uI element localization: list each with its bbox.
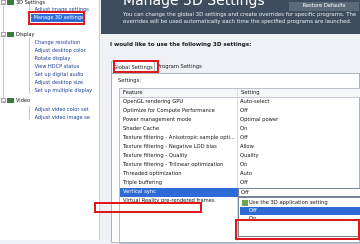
column-header-setting[interactable]: Setting [238, 89, 360, 98]
feature-cell: Texture filtering - Negative LOD bias [123, 144, 217, 150]
tree-item-adjust-desktop-color[interactable]: Adjust desktop color [32, 47, 86, 55]
table-row[interactable]: OpenGL rendering GPU Auto-select [120, 98, 360, 107]
feature-cell: Triple buffering [123, 180, 163, 186]
tree-item-change-resolution[interactable]: Change resolution [32, 39, 81, 47]
restore-defaults-button[interactable]: Restore Defaults [289, 2, 359, 11]
folder-icon [7, 32, 14, 37]
setting-cell: Optimal power [240, 117, 279, 123]
page-description-line: overrides will be used automatically eac… [123, 19, 352, 25]
highlight-box [28, 11, 85, 25]
table-row[interactable]: Threaded optimization Auto [120, 170, 360, 179]
feature-cell: Shader Cache [123, 126, 160, 132]
table-row-vertical-sync[interactable]: Vertical sync Off [120, 188, 360, 197]
tree-category-label: Video [16, 98, 31, 104]
feature-cell: Vertical sync [123, 189, 156, 195]
table-row[interactable]: Optimize for Compute Performance Off [120, 107, 360, 116]
tree-item-set-up-digital-audio[interactable]: Set up digital audio [32, 71, 84, 79]
collapse-icon[interactable]: − [1, 0, 6, 6]
settings-label: Settings: [118, 78, 142, 84]
table-row[interactable]: Texture filtering - Anisotropic sample o… [120, 134, 360, 143]
setting-cell: Quality [240, 153, 259, 159]
navigation-tree: −3D Settings Adjust image settings Manag… [0, 0, 100, 240]
setting-cell: Auto [240, 171, 253, 177]
table-row[interactable]: Power management mode Optimal power [120, 116, 360, 125]
setting-cell: Allow [240, 144, 254, 150]
dropdown-option[interactable]: Use the 3D application setting [240, 199, 360, 207]
tree-category-video[interactable]: − Video [1, 97, 30, 105]
table-row[interactable]: Triple buffering Off [120, 179, 360, 188]
highlight-box [235, 219, 360, 240]
feature-cell: Texture filtering - Trilinear optimizati… [123, 162, 224, 168]
tree-item-set-up-multiple-display[interactable]: Set up multiple display [32, 87, 93, 95]
feature-cell: OpenGL rendering GPU [123, 99, 184, 105]
dropdown-value: Off [241, 190, 249, 196]
tab-program-settings[interactable]: Program Settings [157, 61, 202, 73]
table-row[interactable]: Shader Cache On [120, 125, 360, 134]
tree-item-adjust-desktop-size[interactable]: Adjust desktop size [32, 79, 83, 87]
setting-cell: Off [240, 135, 248, 141]
dropdown-option-label: Use the 3D application setting [249, 200, 328, 206]
table-row[interactable]: Texture filtering - Negative LOD bias All… [120, 143, 360, 152]
folder-icon [7, 0, 14, 5]
setting-cell: Off [240, 108, 248, 114]
setting-cell: On [240, 126, 248, 132]
feature-cell: Texture filtering - Quality [123, 153, 188, 159]
tree-item-adjust-video-image[interactable]: Adjust video image se [32, 114, 90, 122]
tree-guide-line [3, 2, 4, 100]
feature-cell: Threaded optimization [123, 171, 182, 177]
feature-cell: Texture filtering - Anisotropic sample o… [123, 135, 235, 141]
table-row[interactable]: Texture filtering - Quality Quality [120, 152, 360, 161]
feature-cell: Power management mode [123, 117, 192, 123]
setting-cell: Off [240, 180, 248, 186]
tree-category-display[interactable]: − Display [1, 31, 34, 39]
tree-item-view-hdcp-status[interactable]: View HDCP status [32, 63, 80, 71]
tree-guide-line [29, 106, 30, 120]
page-header: Manage 3D Settings You can change the gl… [101, 0, 360, 34]
folder-icon [7, 98, 14, 103]
page-title: Manage 3D Settings [123, 0, 265, 9]
tree-category-label: Display [16, 32, 35, 38]
dropdown-option-label: Off [249, 208, 257, 214]
page-description: You can change the global 3D settings an… [123, 12, 356, 26]
table-row[interactable]: Texture filtering - Trilinear optimizati… [120, 161, 360, 170]
vertical-sync-dropdown[interactable]: Off [238, 188, 360, 197]
nvidia-icon [242, 200, 248, 206]
setting-cell: Auto-select [240, 99, 270, 105]
settings-panel: Settings: Feature Setting OpenGL renderi… [111, 73, 360, 244]
highlight-box [94, 202, 202, 213]
collapse-icon[interactable]: − [1, 32, 6, 38]
page-description-line: You can change the global 3D settings an… [123, 12, 357, 18]
tree-guide-line [29, 38, 30, 94]
highlight-box [113, 60, 159, 73]
tree-item-adjust-video-color[interactable]: Adjust video color set [32, 106, 89, 114]
feature-cell: Optimize for Compute Performance [123, 108, 215, 114]
dropdown-option-off[interactable]: Off [240, 207, 360, 215]
setting-cell: On [240, 162, 248, 168]
tree-item-rotate-display[interactable]: Rotate display [32, 55, 71, 63]
settings-heading: I would like to use the following 3D set… [110, 42, 252, 48]
column-header-feature[interactable]: Feature [120, 89, 237, 98]
collapse-icon[interactable]: − [1, 98, 6, 104]
